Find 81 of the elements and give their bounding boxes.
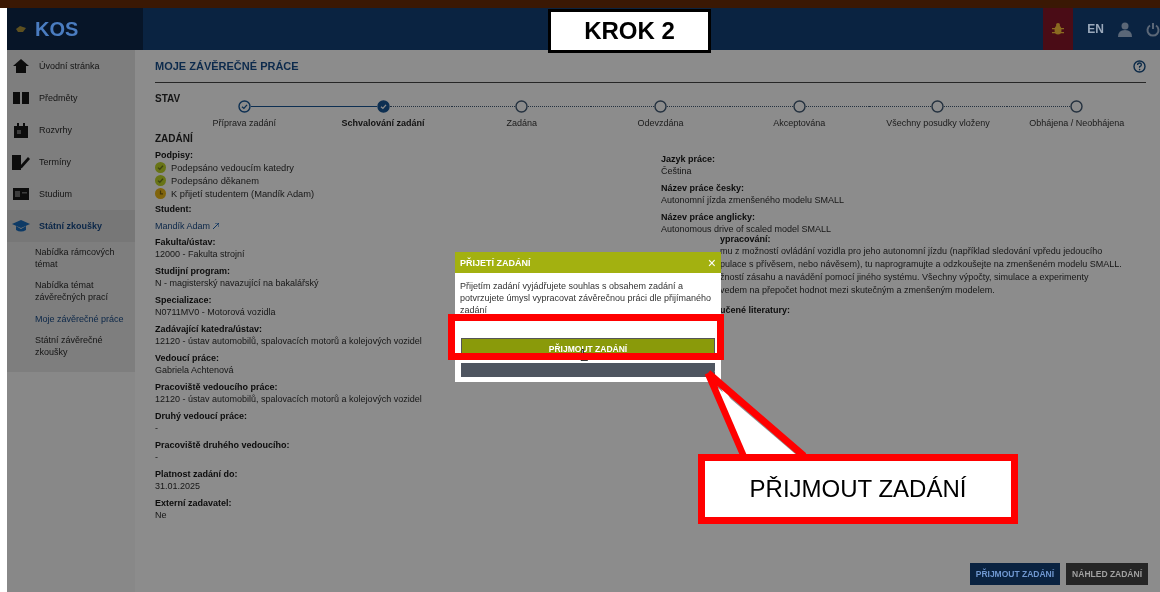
step-label: Zadána bbox=[506, 118, 538, 128]
step-label: Obhájena / Neobhájena bbox=[1029, 118, 1125, 128]
field-label: Jazyk práce: bbox=[661, 153, 716, 165]
signature-status: Podepsáno vedoucím katedry bbox=[171, 162, 294, 173]
power-icon[interactable] bbox=[1146, 21, 1160, 37]
accept-button[interactable]: PŘIJMOUT ZADÁNÍ bbox=[969, 563, 1061, 585]
language-link[interactable]: EN bbox=[1087, 22, 1104, 36]
check-icon bbox=[155, 175, 166, 186]
field-label: Druhý vedoucí práce: bbox=[155, 410, 248, 422]
sidebar-subitem[interactable]: Státní závěrečné zkoušky bbox=[7, 330, 135, 364]
field-label: Název práce anglicky: bbox=[661, 211, 756, 223]
step-label: Akceptována bbox=[773, 118, 826, 128]
step-annotation: KROK 2 bbox=[548, 9, 711, 53]
field-label: učené literatury: bbox=[720, 304, 791, 316]
field-value: 12000 - Fakulta strojní bbox=[155, 248, 245, 261]
sidebar-item[interactable]: Studium bbox=[7, 178, 135, 210]
field-value: Autonomous drive of scaled model SMALL bbox=[661, 223, 832, 235]
sidebar-subitem[interactable]: Moje závěrečné práce bbox=[7, 308, 135, 331]
step-label: Příprava zadání bbox=[212, 118, 277, 128]
field-label: ypracování: bbox=[720, 233, 771, 245]
help-icon[interactable] bbox=[1133, 59, 1146, 73]
step-label: Schvalování zadání bbox=[341, 118, 425, 128]
bug-icon bbox=[1051, 22, 1066, 36]
field-value: N0711MV0 - Motorová vozidla bbox=[155, 306, 276, 319]
signature-status: Podepsáno děkanem bbox=[171, 175, 259, 186]
field-label: Platnost zadání do: bbox=[155, 468, 238, 480]
check-icon bbox=[155, 162, 166, 173]
field-value: 12120 - ústav automobilů, spalovacích motorů a kolejových vozidel bbox=[155, 335, 422, 348]
home-icon bbox=[12, 59, 30, 73]
field-value: pulace s přívěsem, nebo návěsem), tu naprogramujte a odzkoušejte na zmenšeném modelu SMALL. bbox=[720, 258, 1122, 271]
field-value: - bbox=[155, 451, 158, 464]
sidebar-item[interactable]: Státní zkoušky bbox=[7, 210, 135, 242]
field-label: Podpisy: bbox=[155, 149, 193, 161]
graduation-cap-icon bbox=[12, 220, 30, 232]
step-label: Odevzdána bbox=[637, 118, 684, 128]
logo-text[interactable]: KOS bbox=[35, 17, 79, 41]
field-label: Pracoviště druhého vedoucího: bbox=[155, 439, 290, 451]
field-label: Externí zadavatel: bbox=[155, 497, 232, 509]
field-value: Ne bbox=[155, 509, 167, 522]
field-label: Student: bbox=[155, 203, 192, 215]
preview-button[interactable]: NÁHLED ZADÁNÍ bbox=[1066, 563, 1148, 585]
pen-icon bbox=[12, 154, 30, 170]
sidebar-subitem[interactable]: Nabídka rámcových témat bbox=[7, 242, 135, 276]
clock-icon bbox=[155, 188, 166, 199]
external-link-icon bbox=[212, 223, 219, 229]
field-label: Vedoucí práce: bbox=[155, 352, 220, 364]
field-value: Čeština bbox=[661, 165, 692, 178]
user-icon[interactable] bbox=[1118, 21, 1132, 37]
student-link[interactable]: Mandík Adam bbox=[155, 221, 219, 231]
close-button[interactable]: × bbox=[707, 254, 716, 271]
field-label: Fakulta/ústav: bbox=[155, 236, 216, 248]
sidebar-item[interactable]: Rozvrhy bbox=[7, 114, 135, 146]
book-icon bbox=[12, 92, 30, 104]
bug-report-button[interactable] bbox=[1043, 8, 1074, 50]
sidebar-item[interactable]: Úvodní stránka bbox=[7, 50, 135, 82]
field-label: Specializace: bbox=[155, 294, 212, 306]
status-heading: STAV bbox=[155, 93, 182, 104]
field-label: Zadávající katedra/ústav: bbox=[155, 323, 263, 335]
field-label: Pracoviště vedoucího práce: bbox=[155, 381, 278, 393]
field-label: Název práce česky: bbox=[661, 182, 745, 194]
field-value: 31.01.2025 bbox=[155, 480, 201, 493]
field-value: 12120 - ústav automobilů, spalovacích motorů a kolejových vozidel bbox=[155, 393, 422, 406]
field-value: mu z možností ovládání vozidla pro jeho autonomní jízdu (například sledování vpředu jedoucího bbox=[720, 245, 1103, 258]
dialog-message: Přijetím zadání vyjádřujete souhlas s obsahem zadání a potvrzujete úmysl vypracovat závěrečnou práci dle přijímaného zadání bbox=[459, 280, 713, 317]
field-value: N - magisterský navazující na bakalářský bbox=[155, 277, 319, 290]
step-label: Všechny posudky vloženy bbox=[886, 118, 990, 128]
field-value: žností zásahu a navádění pomocí jiného systému. Všechny výpočty, simulace a experimenty bbox=[720, 271, 1089, 284]
sidebar-item[interactable]: Termíny bbox=[7, 146, 135, 178]
field-value: vedem na přepočet hodnot mezi skutečným a zmenšeným modelem. bbox=[720, 284, 995, 297]
dialog-title: PŘIJETÍ ZADÁNÍ bbox=[460, 257, 531, 268]
id-card-icon bbox=[12, 188, 30, 200]
page-title: MOJE ZÁVĚREČNÉ PRÁCE bbox=[155, 60, 299, 72]
section-heading: ZADÁNÍ bbox=[155, 133, 194, 144]
field-label: Studijní program: bbox=[155, 265, 230, 277]
field-value: Autonomní jízda zmenšeného modelu SMALL bbox=[661, 194, 845, 207]
field-value: - bbox=[155, 422, 158, 435]
sidebar-item[interactable]: Předměty bbox=[7, 82, 135, 114]
signature-status: K přijetí studentem (Mandík Adam) bbox=[171, 188, 315, 199]
field-value: Gabriela Achtenová bbox=[155, 364, 234, 377]
sidebar-subitem[interactable]: Nabídka témat závěrečných prací bbox=[7, 275, 135, 309]
calendar-icon bbox=[12, 122, 30, 138]
